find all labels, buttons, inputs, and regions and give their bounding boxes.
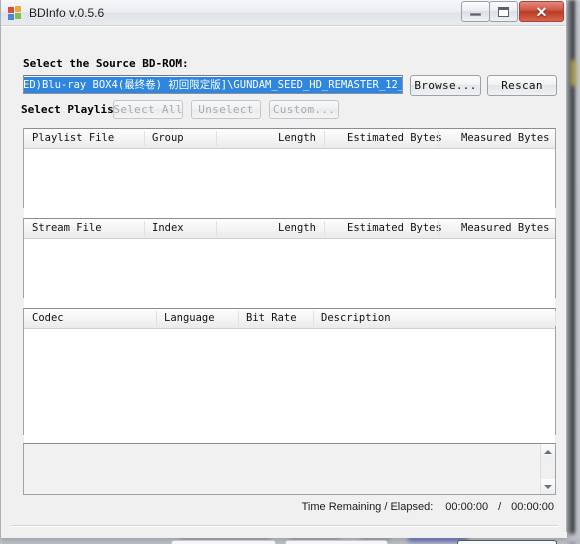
- minimize-button[interactable]: [461, 1, 490, 22]
- time-separator: /: [498, 501, 502, 513]
- time-elapsed-value: 00:00:00: [511, 501, 554, 513]
- close-button[interactable]: ✕: [519, 1, 564, 22]
- bdinfo-window: BDInfo v.0.5.6 ✕ Select the Source BD-RO…: [0, 0, 567, 544]
- column-divider[interactable]: [324, 131, 325, 146]
- column-divider[interactable]: [313, 311, 314, 326]
- window-controls: ✕: [461, 1, 564, 22]
- log-textbox[interactable]: [23, 443, 556, 495]
- browse-button[interactable]: Browse...: [410, 75, 481, 96]
- settings-button[interactable]: Settings...: [457, 540, 557, 544]
- scan-bitrates-button[interactable]: Scan Bitrates: [171, 540, 276, 544]
- column-divider[interactable]: [216, 131, 217, 146]
- column-divider[interactable]: [156, 311, 157, 326]
- column-header[interactable]: Language: [164, 312, 215, 324]
- unselect-button[interactable]: Unselect: [191, 100, 261, 119]
- custom-button[interactable]: Custom...: [269, 100, 339, 119]
- playlist-label: Select Playlist: [21, 103, 121, 116]
- column-header[interactable]: Group: [152, 132, 184, 144]
- footer-divider: [11, 525, 558, 527]
- background-accent: [571, 60, 576, 86]
- playlist-table-body[interactable]: [24, 149, 555, 227]
- column-header[interactable]: Estimated Bytes: [347, 222, 442, 234]
- rescan-button[interactable]: Rescan: [487, 75, 557, 96]
- app-squares-icon: [7, 5, 23, 21]
- scroll-up-button[interactable]: [541, 444, 555, 459]
- maximize-icon: [498, 6, 509, 17]
- column-header[interactable]: Index: [152, 222, 184, 234]
- scroll-down-button[interactable]: [541, 479, 555, 494]
- column-divider[interactable]: [238, 311, 239, 326]
- column-divider[interactable]: [324, 221, 325, 236]
- column-header[interactable]: Description: [321, 312, 391, 324]
- stream-table-header: Stream File Index Length Estimated Bytes…: [24, 219, 555, 239]
- arrow-down-icon: [544, 484, 552, 489]
- column-header[interactable]: Length: [278, 222, 316, 234]
- maximize-button[interactable]: [489, 1, 518, 22]
- column-divider[interactable]: [216, 221, 217, 236]
- status-label: Time Remaining / Elapsed:: [301, 501, 434, 513]
- close-icon: ✕: [535, 3, 548, 20]
- column-header[interactable]: Length: [278, 132, 316, 144]
- column-divider[interactable]: [438, 131, 439, 146]
- column-divider[interactable]: [438, 221, 439, 236]
- status-bar: Time Remaining / Elapsed: 00:00:00 / 00:…: [23, 497, 556, 517]
- codec-table[interactable]: Codec Language Bit Rate Description: [23, 308, 556, 454]
- minimize-icon: [470, 12, 481, 16]
- log-scrollbar[interactable]: [540, 444, 555, 494]
- stream-table-body[interactable]: [24, 239, 555, 317]
- view-report-button[interactable]: View Report...: [285, 540, 388, 544]
- playlist-table[interactable]: Playlist File Group Length Estimated Byt…: [23, 128, 556, 227]
- footer-strip: [2, 532, 567, 538]
- column-header[interactable]: Stream File: [32, 222, 102, 234]
- window-title: BDInfo v.0.5.6: [29, 5, 105, 20]
- column-header[interactable]: Codec: [32, 312, 64, 324]
- client-area: Select the Source BD-ROM: ED)Blu-ray BOX…: [1, 26, 567, 544]
- playlist-table-header: Playlist File Group Length Estimated Byt…: [24, 129, 555, 149]
- column-header[interactable]: Playlist File: [32, 132, 114, 144]
- select-all-button[interactable]: Select All: [113, 100, 183, 119]
- column-divider[interactable]: [555, 311, 556, 326]
- source-path-input[interactable]: ED)Blu-ray BOX4(最终卷) 初回限定版]\GUNDAM_SEED_…: [23, 75, 403, 94]
- time-remaining-value: 00:00:00: [445, 501, 489, 513]
- column-divider[interactable]: [144, 131, 145, 146]
- column-header[interactable]: Measured Bytes: [461, 132, 550, 144]
- codec-table-body[interactable]: [24, 329, 555, 454]
- column-header[interactable]: Estimated Bytes: [347, 132, 442, 144]
- source-path-value: ED)Blu-ray BOX4(最终卷) 初回限定版]\GUNDAM_SEED_…: [24, 76, 402, 93]
- source-label: Select the Source BD-ROM:: [23, 57, 189, 70]
- title-bar[interactable]: BDInfo v.0.5.6 ✕: [1, 0, 566, 26]
- column-header[interactable]: Measured Bytes: [461, 222, 550, 234]
- column-header[interactable]: Bit Rate: [246, 312, 297, 324]
- arrow-up-icon: [544, 449, 552, 454]
- column-divider[interactable]: [144, 221, 145, 236]
- codec-table-header: Codec Language Bit Rate Description: [24, 309, 556, 329]
- stream-table[interactable]: Stream File Index Length Estimated Bytes…: [23, 218, 556, 317]
